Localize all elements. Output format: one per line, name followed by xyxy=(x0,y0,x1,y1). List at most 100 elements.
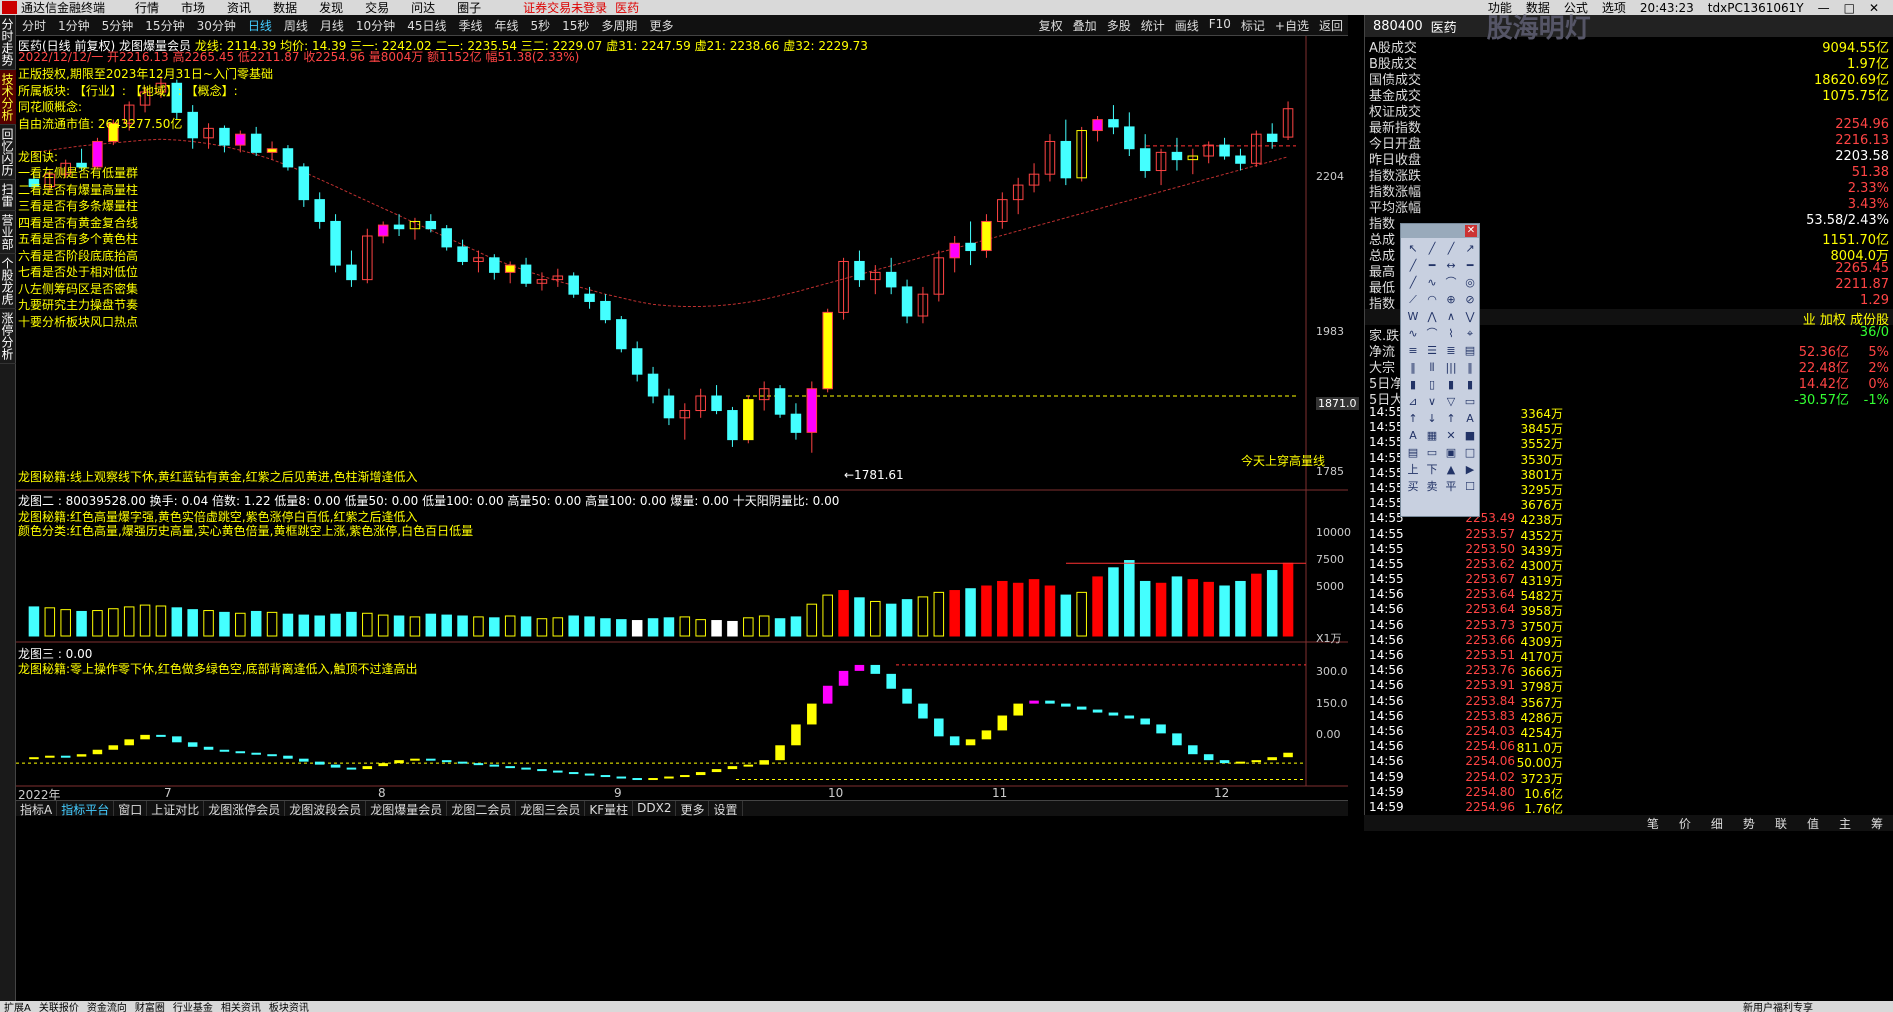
drawing-tool-icon[interactable]: A xyxy=(1461,411,1479,427)
period-tab[interactable]: 多周期 xyxy=(601,17,637,34)
indicator-tab[interactable]: 龙图波段会员 xyxy=(285,801,367,817)
indicator-tab[interactable]: 指标平台 xyxy=(57,801,115,817)
quote-footer-tab[interactable]: 细 xyxy=(1711,815,1723,831)
menu-item[interactable]: 市场 xyxy=(181,1,205,15)
period-tab[interactable]: 季线 xyxy=(458,17,482,34)
left-tab[interactable]: 回忆闪历 xyxy=(0,125,16,180)
drawing-tool-icon[interactable]: ⌖ xyxy=(1461,326,1479,342)
drawing-tool-icon[interactable]: ⊿ xyxy=(1404,394,1422,410)
drawing-tool-icon[interactable]: ↑ xyxy=(1442,411,1460,427)
drawing-tool-icon[interactable]: ↔ xyxy=(1442,258,1460,274)
period-tab[interactable]: 1分钟 xyxy=(58,17,90,34)
quote-footer-tab[interactable]: 主 xyxy=(1839,815,1851,831)
drawing-tool-icon[interactable]: 下 xyxy=(1423,462,1441,478)
status-item[interactable]: 资金流向 xyxy=(87,999,127,1012)
drawing-tool-icon[interactable]: ╱ xyxy=(1442,241,1460,257)
drawing-tool-icon[interactable]: ☐ xyxy=(1461,479,1479,495)
status-item[interactable]: 行业基金 xyxy=(173,999,213,1012)
drawing-tool-icon[interactable]: 买 xyxy=(1404,479,1422,495)
menu-item[interactable]: 行情 xyxy=(135,1,159,15)
chart-tool-button[interactable]: 叠加 xyxy=(1073,17,1097,34)
menu-item[interactable]: 圈子 xyxy=(457,1,481,15)
period-tab[interactable]: 月线 xyxy=(320,17,344,34)
drawing-tool-icon[interactable]: ∨ xyxy=(1423,394,1441,410)
menu-item[interactable]: 问达 xyxy=(411,1,435,15)
drawing-tool-icon[interactable]: ≡ xyxy=(1404,343,1422,359)
drawing-tool-icon[interactable]: ╱ xyxy=(1423,241,1441,257)
drawing-tool-icon[interactable]: ▭ xyxy=(1461,394,1479,410)
period-tab[interactable]: 45日线 xyxy=(407,17,446,34)
quote-footer-tab[interactable]: 价 xyxy=(1679,815,1691,831)
chart-tool-button[interactable]: 多股 xyxy=(1107,17,1131,34)
chart-tool-button[interactable]: 标记 xyxy=(1241,17,1265,34)
drawing-tool-icon[interactable]: 上 xyxy=(1404,462,1422,478)
drawing-tool-icon[interactable]: W xyxy=(1404,309,1422,325)
minimize-icon[interactable]: — xyxy=(1818,1,1830,15)
status-item[interactable]: 财富圈 xyxy=(135,999,165,1012)
left-tab[interactable]: 涨停分析 xyxy=(0,309,16,364)
drawing-tool-icon[interactable]: ⟋ xyxy=(1404,292,1422,308)
menu-item[interactable]: 资讯 xyxy=(227,1,251,15)
menu-options[interactable]: 选项 xyxy=(1602,0,1626,16)
drawing-tool-icon[interactable]: ≣ xyxy=(1442,343,1460,359)
drawing-tool-icon[interactable]: ∿ xyxy=(1423,275,1441,291)
left-tab[interactable]: 技术分析 xyxy=(0,70,16,125)
drawing-tool-icon[interactable]: ↑ xyxy=(1404,411,1422,427)
period-tab[interactable]: 15秒 xyxy=(562,17,589,34)
drawing-tool-icon[interactable]: ▮ xyxy=(1404,377,1422,393)
drawing-tool-icon[interactable]: ⌇ xyxy=(1442,326,1460,342)
quote-tab-row-label[interactable]: 业 加权 成份股 xyxy=(1803,309,1889,328)
drawing-tool-icon[interactable]: ⊘ xyxy=(1461,292,1479,308)
chart-tool-button[interactable]: 画线 xyxy=(1175,17,1199,34)
drawing-tool-icon[interactable]: ⋀ xyxy=(1423,309,1441,325)
drawing-tool-icon[interactable]: ▯ xyxy=(1423,377,1441,393)
drawing-tool-icon[interactable]: □ xyxy=(1461,445,1479,461)
indicator-tab[interactable]: 龙图爆量会员 xyxy=(366,801,448,817)
period-tab[interactable]: 10分钟 xyxy=(356,17,395,34)
drawing-tool-icon[interactable]: 平 xyxy=(1442,479,1460,495)
chart-area[interactable]: 医药(日线 前复权) 龙图爆量会员 龙线: 2114.39 均价: 14.39 … xyxy=(16,36,1359,802)
period-tab[interactable]: 更多 xyxy=(649,17,673,34)
chart-tool-button[interactable]: +自选 xyxy=(1275,17,1309,34)
drawing-tool-icon[interactable]: ╱ xyxy=(1404,258,1422,274)
period-tab[interactable]: 15分钟 xyxy=(145,17,184,34)
close-icon[interactable]: ✕ xyxy=(1869,1,1879,15)
period-tab[interactable]: 分时 xyxy=(22,17,46,34)
menu-item[interactable]: 数据 xyxy=(273,1,297,15)
indicator-tab[interactable]: 龙图二会员 xyxy=(447,801,517,817)
drawing-tool-icon[interactable]: ⌒ xyxy=(1423,326,1441,342)
drawing-tool-icon[interactable]: ╱ xyxy=(1404,275,1422,291)
drawing-tool-icon[interactable]: ■ xyxy=(1461,428,1479,444)
left-tab[interactable]: 营业部 xyxy=(0,211,16,254)
drawing-tool-icon[interactable]: ‖ xyxy=(1404,360,1422,376)
drawing-tool-icon[interactable]: ▮ xyxy=(1442,377,1460,393)
drawing-tool-icon[interactable]: ▮ xyxy=(1461,377,1479,393)
indicator-tab[interactable]: 窗口 xyxy=(114,801,148,817)
drawing-tool-icon[interactable]: ∿ xyxy=(1404,326,1422,342)
drawing-tool-icon[interactable]: ▶ xyxy=(1461,462,1479,478)
maximize-icon[interactable]: □ xyxy=(1844,1,1855,15)
chart-tool-button[interactable]: 返回 xyxy=(1319,17,1343,34)
chart-tool-button[interactable]: 统计 xyxy=(1141,17,1165,34)
drawing-tool-icon[interactable]: ∧ xyxy=(1442,309,1460,325)
period-tab[interactable]: 日线 xyxy=(248,17,272,34)
drawing-tool-icon[interactable]: ▣ xyxy=(1442,445,1460,461)
status-item[interactable]: 相关资讯 xyxy=(221,999,261,1012)
left-tab[interactable]: 分时走势 xyxy=(0,15,16,70)
period-tab[interactable]: 30分钟 xyxy=(197,17,236,34)
period-tab[interactable]: 5秒 xyxy=(531,17,551,34)
quote-footer-tab[interactable]: 筹 xyxy=(1871,815,1883,831)
drawing-tool-icon[interactable]: ↗ xyxy=(1461,241,1479,257)
drawing-tool-icon[interactable]: ‖ xyxy=(1461,360,1479,376)
drawing-tool-icon[interactable]: ▤ xyxy=(1461,343,1479,359)
period-tab[interactable]: 年线 xyxy=(494,17,518,34)
drawing-tool-icon[interactable]: ☰ xyxy=(1423,343,1441,359)
indicator-tab[interactable]: 龙图涨停会员 xyxy=(204,801,286,817)
drawing-tool-icon[interactable]: ||| xyxy=(1442,360,1460,376)
status-item[interactable]: 板块资讯 xyxy=(269,999,309,1012)
toolbox-close-icon[interactable]: ✕ xyxy=(1465,225,1477,237)
period-tab[interactable]: 周线 xyxy=(284,17,308,34)
drawing-tool-icon[interactable]: ▦ xyxy=(1423,428,1441,444)
indicator-tab[interactable]: 设置 xyxy=(709,801,743,817)
drawing-tool-icon[interactable]: ◠ xyxy=(1423,292,1441,308)
